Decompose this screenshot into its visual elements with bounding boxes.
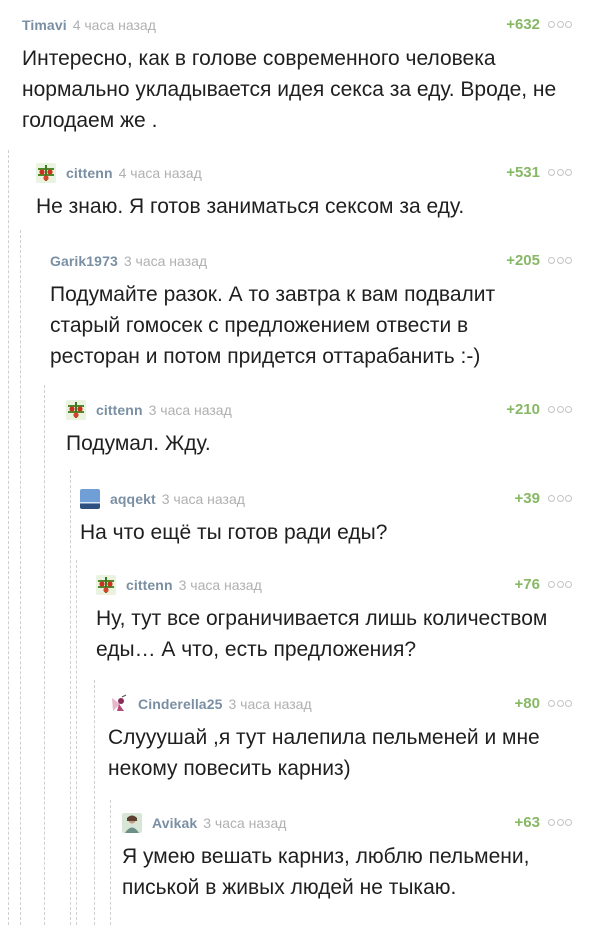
comment-time[interactable]: 3 часа назад <box>162 491 245 507</box>
thread-guide-line <box>76 560 77 925</box>
comment-rating: +205 <box>506 252 540 269</box>
comment-author-link[interactable]: Garik1973 <box>50 253 118 269</box>
thread-guide-line <box>44 385 45 925</box>
landscape-avatar-icon[interactable] <box>80 489 100 509</box>
comment-header: aqqekt 3 часа назад +39 <box>80 488 572 510</box>
more-options-icon[interactable] <box>548 404 572 414</box>
comment-author-link[interactable]: aqqekt <box>110 491 156 507</box>
tomato-plant-avatar-icon[interactable] <box>96 575 116 595</box>
comment-author-link[interactable]: cittenn <box>126 577 173 593</box>
comment: Avikak 3 часа назад +63 Я умею вешать ка… <box>122 812 572 903</box>
thread-guide-line <box>110 800 111 925</box>
tomato-plant-avatar-icon[interactable] <box>66 400 86 420</box>
comment-rating: +63 <box>514 814 540 831</box>
cartoon-character-avatar-icon[interactable] <box>108 694 128 714</box>
person-photo-avatar-icon[interactable] <box>122 813 142 833</box>
comment-author-link[interactable]: cittenn <box>96 402 143 418</box>
comment-header: cittenn 3 часа назад +210 <box>66 399 572 421</box>
comment-header: Timavi 4 часа назад +632 <box>22 14 572 36</box>
thread-guide-line <box>94 680 95 925</box>
comment-text: На что ещё ты готов ради еды? <box>80 521 388 544</box>
comment-header: cittenn 3 часа назад +76 <box>96 574 572 596</box>
more-options-icon[interactable] <box>548 493 572 503</box>
comment-rating: +210 <box>506 401 540 418</box>
more-options-icon[interactable] <box>548 579 572 589</box>
thread-guide-line <box>20 230 21 925</box>
comment-author-link[interactable]: cittenn <box>66 165 113 181</box>
tomato-plant-avatar-icon[interactable] <box>36 163 56 183</box>
comment-text: Слууушай ,я тут налепила пельменей и мне… <box>108 726 540 780</box>
comment-header: Avikak 3 часа назад +63 <box>122 812 572 834</box>
comment-text: Интересно, как в голове современного чел… <box>22 47 557 132</box>
comment-text: Подумайте разок. А то завтра к вам подва… <box>50 283 496 368</box>
comment-text: Подумал. Жду. <box>66 432 211 455</box>
comment-time[interactable]: 3 часа назад <box>179 577 262 593</box>
comment-rating: +531 <box>506 164 540 181</box>
comment-author-link[interactable]: Timavi <box>22 17 67 33</box>
comment-header: Cinderella25 3 часа назад +80 <box>108 693 572 715</box>
more-options-icon[interactable] <box>548 255 572 265</box>
comment-time[interactable]: 3 часа назад <box>149 402 232 418</box>
comment: cittenn 3 часа назад +76 Ну, тут все огр… <box>96 574 572 665</box>
comment-time[interactable]: 4 часа назад <box>119 165 202 181</box>
comment: cittenn 4 часа назад +531 Не знаю. Я гот… <box>36 162 572 222</box>
comment-text: Ну, тут все ограничивается лишь количест… <box>96 607 548 661</box>
comment-author-link[interactable]: Cinderella25 <box>138 696 222 712</box>
comment-author-link[interactable]: Avikak <box>152 815 197 831</box>
comment: Garik1973 3 часа назад +205 Подумайте ра… <box>50 250 572 372</box>
comment: Timavi 4 часа назад +632 Интересно, как … <box>22 14 572 136</box>
comment: cittenn 3 часа назад +210 Подумал. Жду. <box>66 399 572 459</box>
comment-rating: +632 <box>506 16 540 33</box>
comment-header: cittenn 4 часа назад +531 <box>36 162 572 184</box>
thread-guide-line <box>70 470 71 925</box>
more-options-icon[interactable] <box>548 817 572 827</box>
comment-thread: Timavi 4 часа назад +632 Интересно, как … <box>0 0 600 925</box>
comment-time[interactable]: 4 часа назад <box>73 17 156 33</box>
comment-header: Garik1973 3 часа назад +205 <box>50 250 572 272</box>
comment-time[interactable]: 3 часа назад <box>124 253 207 269</box>
comment-rating: +39 <box>514 490 540 507</box>
comment-rating: +76 <box>514 576 540 593</box>
comment-text: Я умею вешать карниз, люблю пельмени, пи… <box>122 845 530 899</box>
comment: Cinderella25 3 часа назад +80 Слууушай ,… <box>108 693 572 784</box>
more-options-icon[interactable] <box>548 698 572 708</box>
comment-rating: +80 <box>514 695 540 712</box>
comment-text: Не знаю. Я готов заниматься сексом за ед… <box>36 195 465 218</box>
more-options-icon[interactable] <box>548 19 572 29</box>
comment-time[interactable]: 3 часа назад <box>203 815 286 831</box>
thread-guide-line <box>8 150 9 925</box>
comment-time[interactable]: 3 часа назад <box>228 696 311 712</box>
comment: aqqekt 3 часа назад +39 На что ещё ты го… <box>80 488 572 548</box>
more-options-icon[interactable] <box>548 167 572 177</box>
